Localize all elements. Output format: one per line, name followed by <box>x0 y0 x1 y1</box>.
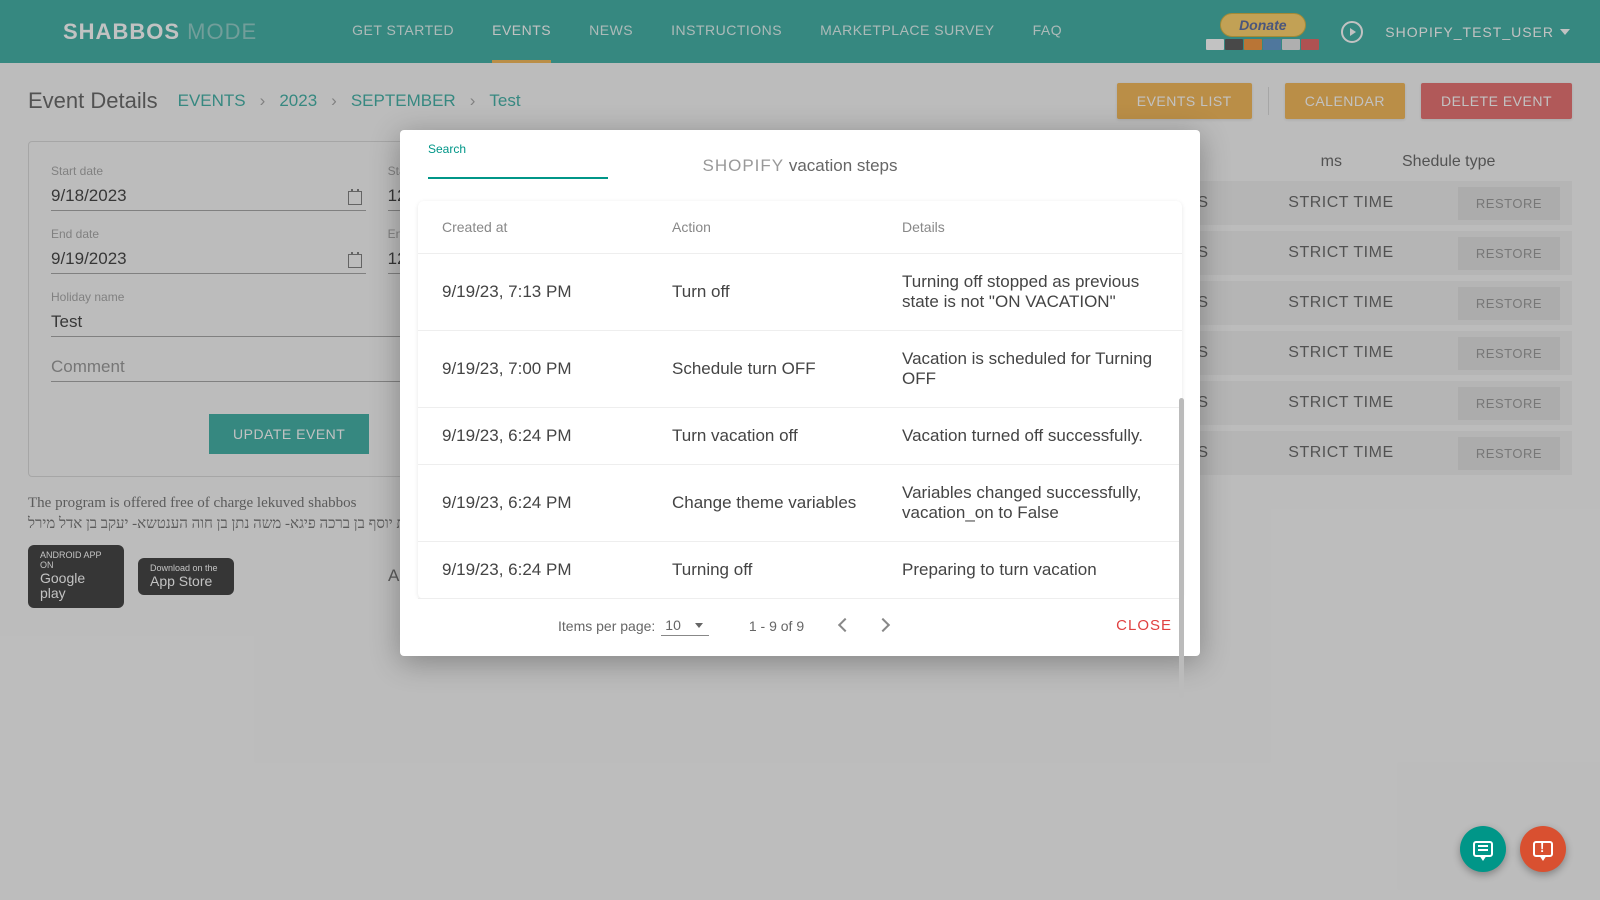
table-row: 9/19/23, 6:24 PMChange theme variablesVa… <box>418 465 1182 542</box>
search-input[interactable] <box>428 152 608 179</box>
col-header-action: Action <box>672 219 902 235</box>
page-range: 1 - 9 of 9 <box>749 618 804 634</box>
items-per-page-label: Items per page: <box>558 618 655 634</box>
chat-fab[interactable] <box>1460 826 1506 872</box>
prev-page-button[interactable] <box>834 616 854 636</box>
modal-title: SHOPIFY vacation steps <box>648 156 952 176</box>
col-header-details: Details <box>902 219 1158 235</box>
chat-icon <box>1473 841 1493 857</box>
table-row: 9/19/23, 7:00 PMSchedule turn OFFVacatio… <box>418 331 1182 408</box>
next-page-button[interactable] <box>876 616 896 636</box>
scrollbar[interactable] <box>1179 398 1184 698</box>
vacation-steps-modal: Search SHOPIFY vacation steps Created at… <box>400 130 1200 656</box>
close-button[interactable]: CLOSE <box>1116 617 1172 634</box>
items-per-page-select[interactable]: 10 <box>661 615 709 636</box>
table-row: 9/19/23, 7:13 PMTurn offTurning off stop… <box>418 254 1182 331</box>
table-row: 9/19/23, 6:24 PMTurning offPreparing to … <box>418 542 1182 599</box>
table-row: 9/19/23, 6:24 PMTurn vacation offVacatio… <box>418 408 1182 465</box>
feedback-icon: ! <box>1533 841 1553 857</box>
feedback-fab[interactable]: ! <box>1520 826 1566 872</box>
col-header-created: Created at <box>442 219 672 235</box>
search-label: Search <box>428 142 466 156</box>
